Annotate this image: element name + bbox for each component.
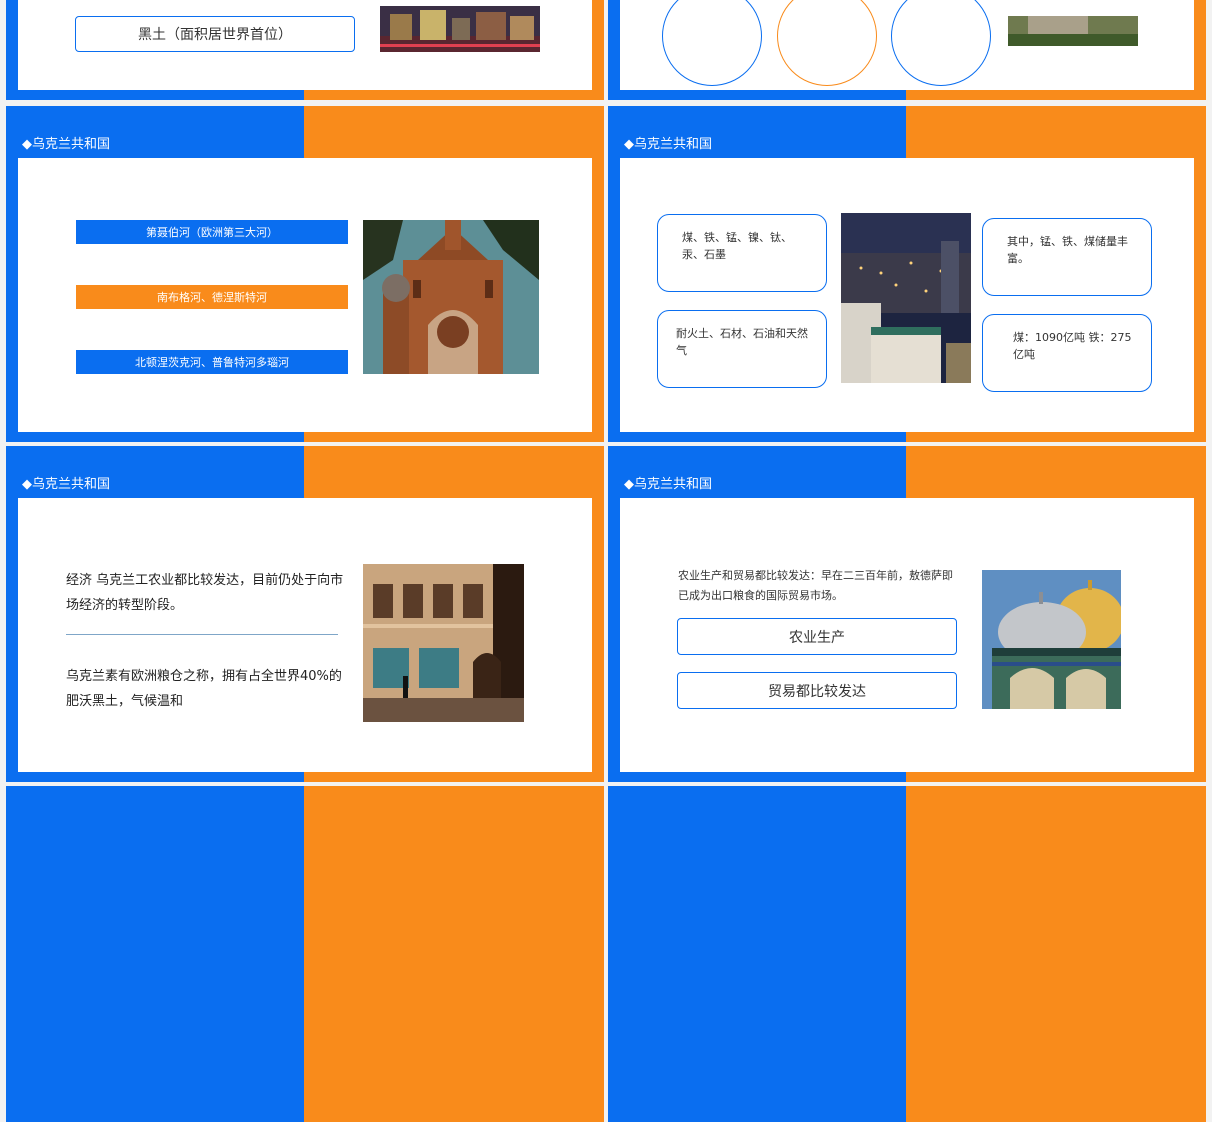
agriculture-text: 农业生产和贸易都比较发达：早在二三百年前，敖德萨即已成为出口粮食的国际贸易市场。 bbox=[678, 569, 953, 602]
divider bbox=[66, 634, 338, 635]
trade-box: 贸易都比较发达 bbox=[677, 672, 957, 709]
mineral-box-3: 其中，锰、铁、煤储量丰富。 bbox=[982, 218, 1152, 296]
black-soil-box: 黑土（面积居世界首位） bbox=[75, 16, 355, 52]
slide-card: 第聂伯河（欧洲第三大河） 南布格河、德涅斯特河 北顿涅茨克河、普鲁特河多瑙河 bbox=[18, 158, 592, 432]
night-city-photo bbox=[841, 213, 971, 383]
circle-item-1 bbox=[662, 0, 762, 86]
circle-item-2 bbox=[777, 0, 877, 86]
slide-header: ◆乌克兰共和国 bbox=[624, 477, 712, 492]
mineral-box-1: 煤、铁、锰、镍、钛、汞、石墨 bbox=[657, 214, 827, 292]
slide-thumbnail-7[interactable] bbox=[6, 786, 604, 1122]
slide-thumbnail-4[interactable]: ◆乌克兰共和国 煤、铁、锰、镍、钛、汞、石墨 耐火土、石材、石油和天然气 其中，… bbox=[608, 106, 1206, 442]
slide-header: ◆乌克兰共和国 bbox=[22, 477, 110, 492]
slide-card: 黑土（面积居世界首位） bbox=[18, 0, 592, 90]
street-photo bbox=[363, 564, 524, 722]
slide-card bbox=[620, 0, 1194, 90]
mineral-box-4: 煤：1090亿吨 铁：275亿吨 bbox=[982, 314, 1152, 392]
agriculture-production-box: 农业生产 bbox=[677, 618, 957, 655]
river-bar-1: 第聂伯河（欧洲第三大河） bbox=[76, 220, 348, 244]
river-bar-3: 北顿涅茨克河、普鲁特河多瑙河 bbox=[76, 350, 348, 374]
slide-header: ◆乌克兰共和国 bbox=[22, 137, 110, 152]
slide-header: ◆乌克兰共和国 bbox=[624, 137, 712, 152]
river-bar-2: 南布格河、德涅斯特河 bbox=[76, 285, 348, 309]
slide-thumbnail-6[interactable]: ◆乌克兰共和国 农业生产和贸易都比较发达：早在二三百年前，敖德萨即已成为出口粮食… bbox=[608, 446, 1206, 782]
city-photo bbox=[380, 6, 540, 52]
church-photo bbox=[363, 220, 539, 374]
mosque-photo bbox=[982, 570, 1121, 709]
slide-card: 经济 乌克兰工农业都比较发达，目前仍处于向市场经济的转型阶段。 乌克兰素有欧洲粮… bbox=[18, 498, 592, 772]
slide-card: 煤、铁、锰、镍、钛、汞、石墨 耐火土、石材、石油和天然气 其中，锰、铁、煤储量丰… bbox=[620, 158, 1194, 432]
slide-thumbnail-8[interactable] bbox=[608, 786, 1206, 1122]
orange-panel bbox=[304, 786, 604, 1122]
garden-photo bbox=[1008, 16, 1138, 46]
orange-panel bbox=[906, 786, 1206, 1122]
mineral-box-2: 耐火土、石材、石油和天然气 bbox=[657, 310, 827, 388]
slide-thumbnail-5[interactable]: ◆乌克兰共和国 经济 乌克兰工农业都比较发达，目前仍处于向市场经济的转型阶段。 … bbox=[6, 446, 604, 782]
slide-thumbnail-3[interactable]: ◆乌克兰共和国 第聂伯河（欧洲第三大河） 南布格河、德涅斯特河 北顿涅茨克河、普… bbox=[6, 106, 604, 442]
slide-thumbnail-1[interactable]: 黑土（面积居世界首位） bbox=[6, 0, 604, 100]
economy-paragraph-2: 乌克兰素有欧洲粮仓之称，拥有占全世界40%的肥沃黑土，气候温和 bbox=[66, 669, 342, 709]
slide-card: 农业生产和贸易都比较发达：早在二三百年前，敖德萨即已成为出口粮食的国际贸易市场。… bbox=[620, 498, 1194, 772]
circle-item-3 bbox=[891, 0, 991, 86]
slide-thumbnail-2[interactable] bbox=[608, 0, 1206, 100]
economy-paragraph-1: 经济 乌克兰工农业都比较发达，目前仍处于向市场经济的转型阶段。 bbox=[66, 573, 344, 613]
